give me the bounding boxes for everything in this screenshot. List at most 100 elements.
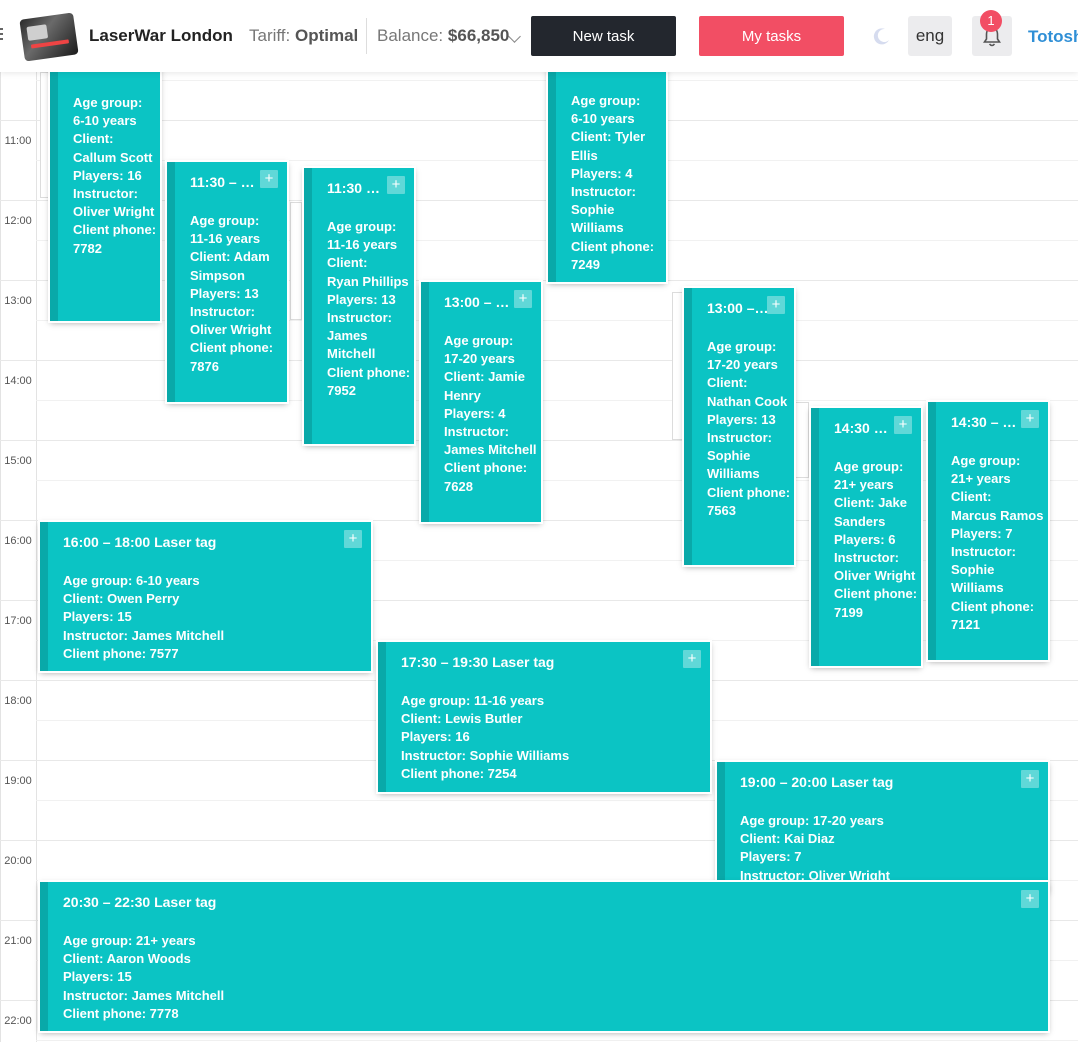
event-card[interactable]: 19:00 – 20:00 Laser tag + Age group: 17-… (717, 762, 1048, 892)
menu-icon[interactable] (0, 28, 3, 44)
tariff-value: Optimal (295, 26, 359, 45)
phone-label: Client phone: (571, 238, 655, 254)
instructor-value: Oliver Wright (190, 322, 272, 338)
event-title: 16:00 – 18:00 Laser tag (63, 534, 217, 550)
event-title: 14:30 – 1... (951, 414, 1021, 430)
players-value: 13 (381, 291, 396, 307)
add-icon[interactable]: + (1021, 890, 1039, 908)
event-title: 13:00 – 1... (444, 294, 514, 310)
event-title: 14:30 – ... (834, 420, 894, 436)
hour-line (0, 200, 1078, 201)
time-column-divider (36, 72, 37, 1042)
phone-label: Client phone: (951, 598, 1035, 614)
age-label: Age group: (327, 219, 397, 234)
players-label: Players: (401, 729, 452, 745)
add-icon[interactable]: + (1021, 770, 1039, 788)
event-card[interactable]: 11:30 – 1... + Age group: 11-16 years Cl… (167, 162, 287, 402)
phone-value: 7121 (951, 616, 980, 632)
phone-value: 7577 (149, 645, 179, 661)
client-value: Lewis Butler (445, 711, 523, 727)
age-label: Age group: (444, 333, 514, 348)
client-value: Nathan Cook (707, 393, 788, 409)
event-card[interactable]: 16:00 – 18:00 Laser tag + Age group: 6-1… (40, 522, 371, 671)
event-details: Age group: 6-10 years Client: Tyler Elli… (571, 92, 663, 274)
add-icon[interactable]: + (767, 296, 785, 314)
club-logo[interactable] (19, 12, 79, 62)
language-selector[interactable]: eng (908, 16, 952, 56)
age-label: Age group: (63, 573, 133, 588)
add-icon[interactable]: + (1021, 410, 1039, 428)
moon-icon[interactable] (872, 26, 892, 46)
event-details: Age group: 11-16 years Client: Lewis But… (401, 692, 701, 783)
background-card-outline (672, 292, 684, 440)
age-value: 17-20 years (444, 351, 515, 367)
players-label: Players: (444, 405, 495, 421)
event-card[interactable]: Age group: 6-10 years Client: Callum Sco… (50, 40, 160, 321)
players-label: Players: (327, 291, 378, 307)
event-details: Age group: 21+ years Client: Jake Sander… (834, 458, 919, 622)
add-icon[interactable]: + (344, 530, 362, 548)
user-name-link[interactable]: Totosh (1028, 27, 1078, 47)
event-card[interactable]: 14:30 – 1... + Age group: 21+ years Clie… (928, 402, 1048, 660)
instructor-label: Instructor: (571, 184, 636, 200)
age-label: Age group: (571, 93, 641, 108)
age-value: 6-10 years (571, 111, 635, 127)
my-tasks-button[interactable]: My tasks (699, 16, 844, 56)
time-label: 17:00 (4, 615, 32, 627)
age-label: Age group: (401, 693, 471, 708)
client-label: Client: (571, 129, 612, 145)
players-label: Players: (707, 411, 758, 427)
client-value: Marcus Ramos (951, 507, 1044, 523)
tariff-label: Tariff: (249, 26, 291, 45)
instructor-value: Sophie Williams (951, 562, 1004, 596)
balance-info[interactable]: Balance: $66,850 (377, 26, 509, 46)
notifications-button[interactable]: 1 (972, 10, 1012, 56)
event-card[interactable]: 14:30 – ... + Age group: 21+ years Clien… (811, 408, 921, 666)
instructor-value: Sophie Williams (707, 448, 760, 482)
time-label: 12:00 (4, 215, 32, 227)
event-details: Age group: 17-20 years Client: Nathan Co… (707, 338, 792, 520)
event-card[interactable]: Age group: 6-10 years Client: Tyler Elli… (548, 40, 666, 282)
players-value: 13 (761, 411, 776, 427)
time-label: 15:00 (4, 455, 32, 467)
players-value: 7 (1005, 525, 1013, 541)
age-value: 21+ years (951, 471, 1011, 487)
event-card[interactable]: 13:00 – ... + Age group: 17-20 years Cli… (684, 288, 794, 565)
instructor-label: Instructor: (63, 627, 128, 643)
instructor-value: James Mitchell (131, 627, 225, 643)
age-label: Age group: (63, 933, 133, 948)
client-label: Client: (190, 249, 231, 265)
event-details: Age group: 17-20 years Client: Kai Diaz … (740, 812, 1040, 885)
time-label: 19:00 (4, 775, 32, 787)
add-icon[interactable]: + (514, 290, 532, 308)
event-card[interactable]: 13:00 – 1... + Age group: 17-20 years Cl… (421, 282, 541, 522)
add-icon[interactable]: + (683, 650, 701, 668)
players-value: 6 (888, 531, 896, 547)
event-details: Age group: 21+ years Client: Marcus Ramo… (951, 452, 1046, 634)
add-icon[interactable]: + (260, 170, 278, 188)
add-icon[interactable]: + (387, 176, 405, 194)
client-value: Aaron Woods (106, 951, 191, 967)
age-label: Age group: (190, 213, 260, 228)
players-value: 4 (625, 165, 633, 181)
add-icon[interactable]: + (894, 416, 912, 434)
players-value: 13 (244, 285, 259, 301)
client-label: Client: (63, 951, 104, 967)
event-card[interactable]: 17:30 – 19:30 Laser tag + Age group: 11-… (378, 642, 710, 792)
time-label: 18:00 (4, 695, 32, 707)
instructor-value: Sophie Williams (571, 202, 624, 236)
phone-value: 7563 (707, 502, 736, 518)
background-card-outline (795, 402, 809, 478)
time-label: 11:00 (4, 135, 32, 147)
age-value: 17-20 years (812, 813, 884, 828)
event-card[interactable]: 20:30 – 22:30 Laser tag + Age group: 21+… (40, 882, 1048, 1031)
balance-label: Balance: (377, 26, 444, 45)
phone-label: Client phone: (73, 222, 157, 238)
age-value: 6-10 years (73, 113, 137, 129)
new-task-button[interactable]: New task (531, 16, 676, 56)
event-details: Age group: 21+ years Client: Aaron Woods… (63, 932, 463, 1023)
phone-label: Client phone: (63, 645, 147, 661)
chevron-down-icon[interactable] (508, 30, 521, 43)
event-card[interactable]: 11:30 – ... + Age group: 11-16 years Cli… (304, 168, 414, 444)
event-details: Age group: 6-10 years Client: Callum Sco… (73, 94, 160, 258)
